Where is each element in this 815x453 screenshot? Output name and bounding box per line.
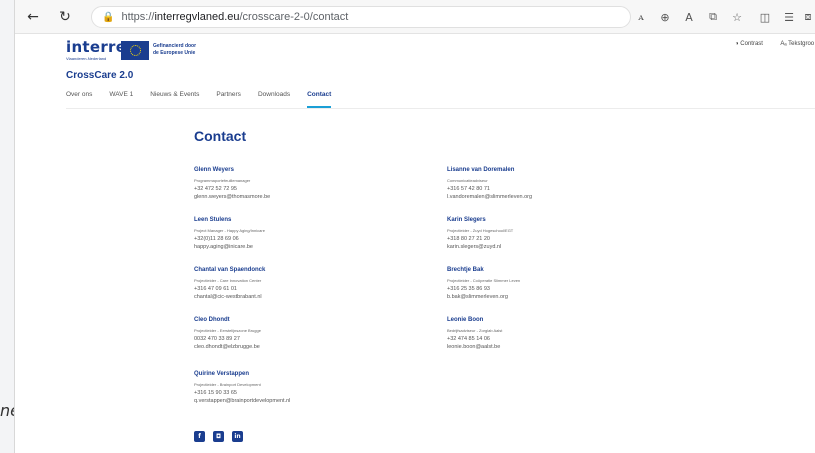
contact-card: Lisanne van Doremalen Communicatieadvise… (447, 167, 687, 201)
main-nav: Over ons WAVE 1 Nieuws & Events Partners… (66, 91, 348, 108)
nav-item-contact[interactable]: Contact (307, 91, 332, 108)
read-aloud-icon[interactable]: A (680, 7, 698, 27)
contact-email[interactable]: cleo.dhondt@elzbrugge.be (194, 343, 434, 351)
translate-icon[interactable]: ꭺ (632, 7, 650, 27)
contact-phone[interactable]: +32 472 52 72 95 (194, 185, 434, 193)
web-page: interreg Vlaanderen-Nederland Gefinancie… (15, 35, 815, 453)
url-path: /crosscare-2-0/contact (239, 11, 349, 23)
contact-name: Quirine Verstappen (194, 371, 250, 377)
nav-item-partners[interactable]: Partners (216, 91, 241, 108)
contact-email[interactable]: karin.slegers@zuyd.nl (447, 243, 687, 251)
zoom-icon[interactable]: ⊕ (656, 7, 674, 27)
eu-funding-text: Gefinancierd door de Europese Unie (153, 43, 197, 56)
contact-card: Leonie Boon Bedrijfsadviseur - Zorglab A… (447, 317, 687, 351)
arrow-left-icon[interactable]: ← (23, 7, 43, 27)
linkedin-icon[interactable]: in (232, 431, 243, 442)
contact-email[interactable]: happy.aging@inicare.be (194, 243, 434, 251)
nav-item-downloads[interactable]: Downloads (258, 91, 290, 108)
contact-name: Cleo Dhondt (194, 317, 230, 323)
contact-role: Projectleider - Eerstelijnszone Brugge (194, 328, 261, 333)
contact-role: Bedrijfsadviseur - Zorglab Aalst (447, 328, 503, 333)
contact-role: Project Manager - Happy Aging/Innicare (194, 228, 265, 233)
lock-icon: 🔒 (102, 11, 115, 23)
contact-card: Cleo Dhondt Projectleider - Eerstelijnsz… (194, 317, 434, 351)
contact-email[interactable]: b.bak@slimmerleven.org (447, 293, 687, 301)
browser-window: ← ↻ 🔒 https:// interregvlaned.eu /crossc… (14, 0, 815, 453)
accessibility-controls: ◑ Contrast Aₐ Tekstgroo (735, 41, 815, 47)
contact-card: Brechtje Bak Projectleider - Coöperatie … (447, 267, 687, 301)
contact-role: Projectleider - Care Innovation Center (194, 278, 262, 283)
contact-phone[interactable]: +318 80 27 21 20 (447, 235, 687, 243)
favorite-icon[interactable]: ☆ (728, 7, 746, 27)
desktop-background (0, 0, 14, 453)
contact-name: Glenn Weyers (194, 167, 234, 173)
nav-item-nieuws-events[interactable]: Nieuws & Events (150, 91, 199, 108)
facebook-icon[interactable]: f (194, 431, 205, 442)
contact-phone[interactable]: +316 15 90 33 65 (194, 389, 434, 397)
nav-item-over-ons[interactable]: Over ons (66, 91, 92, 108)
contact-name: Leonie Boon (447, 317, 484, 323)
contact-name: Chantal van Spaendonck (194, 267, 266, 273)
contact-role: Projectleider - Zuyd Hogeschool/EGT (447, 228, 514, 233)
contact-name: Lisanne van Doremalen (447, 167, 515, 173)
contact-card: Leen Stulens Project Manager - Happy Agi… (194, 217, 434, 251)
contact-card: Glenn Weyers Programmaportefeuillemanage… (194, 167, 434, 201)
contact-phone[interactable]: +316 47 09 61 01 (194, 285, 434, 293)
nav-item-wave1[interactable]: WAVE 1 (109, 91, 133, 108)
page-title: Contact (194, 128, 247, 144)
address-bar[interactable]: 🔒 https:// interregvlaned.eu /crosscare-… (91, 6, 631, 28)
contact-role: Programmaportefeuillemanager (194, 178, 251, 183)
browser-toolbar: ← ↻ 🔒 https:// interregvlaned.eu /crossc… (15, 0, 815, 34)
contact-phone[interactable]: +32 474 85 14 06 (447, 335, 687, 343)
collections-icon[interactable]: ⧈ (801, 7, 815, 27)
contact-name: Brechtje Bak (447, 267, 484, 273)
refresh-icon[interactable]: ↻ (55, 7, 75, 27)
contact-name: Karin Slegers (447, 217, 486, 223)
contact-phone[interactable]: +32(0)11 28 69 06 (194, 235, 434, 243)
contact-phone[interactable]: +316 57 42 80 71 (447, 185, 687, 193)
contact-email[interactable]: l.vandoremalen@slimmerleven.org (447, 193, 687, 201)
contact-email[interactable]: leonie.boon@aalst.be (447, 343, 687, 351)
sidebar-icon[interactable]: ◫ (756, 7, 774, 27)
contact-email[interactable]: q.verstappen@brainportdevelopment.nl (194, 397, 434, 405)
contact-phone[interactable]: 0032 470 33 89 27 (194, 335, 434, 343)
contact-email[interactable]: glenn.weyers@thomasmore.be (194, 193, 434, 201)
contact-role: Projectleider - Brainport Development (194, 382, 261, 387)
instagram-icon[interactable]: ◘ (213, 431, 224, 442)
social-links: f ◘ in (194, 431, 251, 442)
contact-card: Quirine Verstappen Projectleider - Brain… (194, 371, 434, 405)
contact-role: Projectleider - Coöperatie Slimmer Leven (447, 278, 521, 283)
contact-card: Karin Slegers Projectleider - Zuyd Hoges… (447, 217, 687, 251)
url-host: interregvlaned.eu (154, 11, 240, 23)
contact-name: Leen Stulens (194, 217, 232, 223)
favorites-icon[interactable]: ☰ (780, 7, 798, 27)
url-protocol: https:// (121, 11, 155, 23)
contrast-toggle[interactable]: ◑ Contrast (735, 41, 771, 47)
contact-card: Chantal van Spaendonck Projectleider - C… (194, 267, 434, 301)
contact-phone[interactable]: +316 25 35 86 93 (447, 285, 687, 293)
split-screen-icon[interactable]: ⧉ (704, 7, 722, 27)
contact-email[interactable]: chantal@cic-westbrabant.nl (194, 293, 434, 301)
contact-role: Communicatieadviseur (447, 178, 488, 183)
site-title[interactable]: CrossCare 2.0 (66, 70, 133, 81)
text-size-toggle[interactable]: Aₐ Tekstgroo (780, 41, 815, 47)
eu-flag-icon (121, 41, 149, 60)
nav-divider (66, 108, 815, 109)
